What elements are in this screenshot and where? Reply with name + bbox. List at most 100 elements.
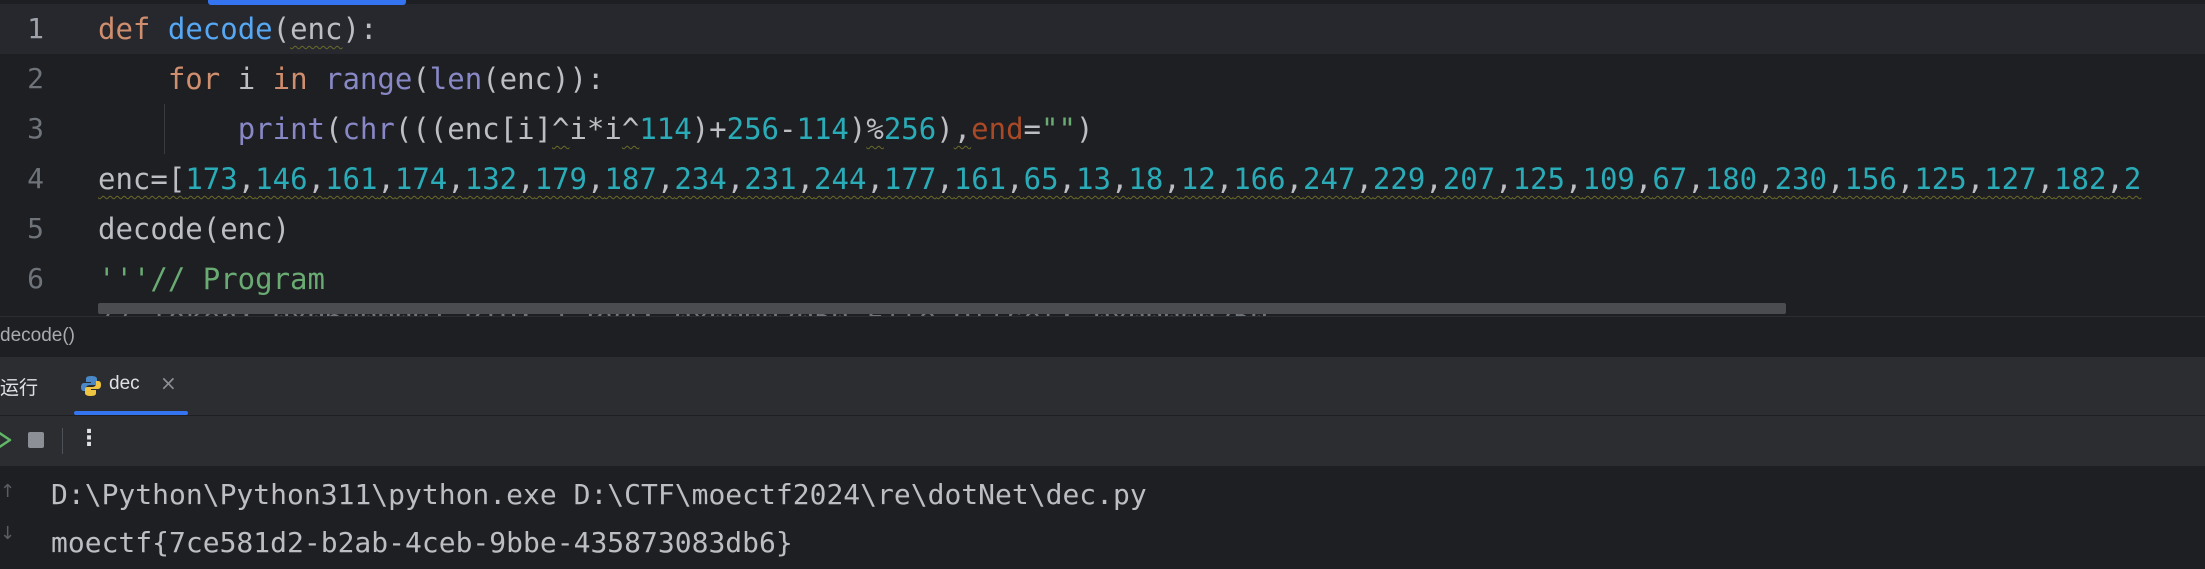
paren: ): [848, 112, 867, 146]
enc-number: 125: [1512, 162, 1566, 196]
comma: ,: [2106, 162, 2124, 196]
comma: ,: [726, 162, 745, 196]
close-icon[interactable]: ×: [160, 371, 177, 395]
line-number: 2: [27, 62, 44, 95]
enc-number: 180: [1704, 162, 1758, 196]
comma: ,: [796, 162, 815, 196]
enc-number: 247: [1303, 162, 1356, 196]
active-tab-indicator: [74, 411, 188, 415]
enc-number: 12: [1180, 162, 1216, 196]
comma: ,: [1355, 162, 1373, 196]
tab-label: dec: [109, 373, 140, 394]
horizontal-scrollbar[interactable]: [98, 303, 1786, 314]
scroll-down-icon[interactable]: ↓: [0, 523, 15, 544]
code-line-3[interactable]: print(chr(((enc[i]^i*i^114)+256-114)%256…: [98, 104, 1094, 154]
enc-number: 146: [255, 162, 308, 196]
enc-number: 109: [1582, 162, 1635, 196]
comma: ,: [656, 162, 675, 196]
code-line-6[interactable]: '''// Program: [98, 254, 325, 304]
comma: ,: [307, 162, 326, 196]
number-literal: 114: [796, 112, 849, 146]
run-toolbar: ⋮: [0, 416, 2205, 467]
code-line-5[interactable]: decode(enc): [98, 204, 290, 254]
code-text: decode(enc): [98, 212, 291, 246]
console-output[interactable]: ↑ ↓ D:\Python\Python311\python.exe D:\CT…: [0, 467, 2205, 569]
paren: ): [936, 112, 954, 146]
comma: ,: [587, 162, 605, 196]
rerun-icon[interactable]: [0, 428, 14, 452]
function-name: decode: [167, 12, 273, 46]
enc-number: 234: [674, 162, 727, 196]
breadcrumb-bar: decode(): [0, 316, 2205, 357]
comma: ,: [1826, 162, 1845, 196]
comma: ,: [2036, 162, 2055, 196]
comma: ,: [1163, 162, 1181, 196]
enc-number: 65: [1023, 162, 1059, 196]
enc-number: 67: [1652, 162, 1688, 196]
number-literal: 256: [883, 112, 937, 146]
number-literal: 114: [639, 112, 692, 146]
paren: ): [1075, 112, 1094, 146]
scroll-up-icon[interactable]: ↑: [0, 481, 15, 502]
enc-number: 177: [883, 162, 937, 196]
builtin-chr: chr: [342, 112, 395, 146]
paren: ):: [342, 12, 378, 46]
console-gutter: ↑ ↓: [0, 467, 30, 569]
enc-number: 179: [534, 162, 587, 196]
code-line-2[interactable]: for i in range(len(enc)):: [98, 54, 605, 104]
comma: ,: [1058, 162, 1077, 196]
run-tool-window-title[interactable]: 运行: [0, 373, 38, 400]
enc-number: 18: [1128, 162, 1164, 196]
breadcrumb[interactable]: decode(): [0, 325, 75, 347]
comma: ,: [866, 162, 884, 196]
string-literal: "": [1041, 112, 1076, 146]
stop-icon[interactable]: [28, 432, 44, 448]
string-literal: '''// Program: [98, 262, 325, 296]
code-text: enc=[: [98, 162, 186, 196]
enc-number: 161: [953, 162, 1007, 196]
comma: ,: [517, 162, 535, 196]
keyword-in: in: [272, 62, 308, 96]
line-gutter: 1 2 3 4 5 6: [0, 0, 86, 316]
enc-number-list: 173,146,161,174,132,179,187,234,231,244,…: [185, 162, 2141, 196]
enc-number: 182: [2054, 162, 2107, 196]
comma: ,: [377, 162, 395, 196]
keyword-def: def: [98, 12, 151, 46]
line-number: 6: [27, 262, 44, 295]
comma: ,: [1285, 162, 1304, 196]
enc-number: 125: [1914, 162, 1967, 196]
code-text: )+: [691, 112, 727, 146]
comma: ,: [953, 112, 972, 146]
code-line-1[interactable]: def decode(enc):: [98, 4, 377, 54]
enc-number: 173: [185, 162, 238, 196]
enc-number: 207: [1442, 162, 1496, 196]
console-line: moectf{7ce581d2-b2ab-4ceb-9bbe-435873083…: [51, 526, 793, 559]
paren: (: [325, 112, 343, 146]
enc-number: 127: [1984, 162, 2037, 196]
comma: ,: [1757, 162, 1775, 196]
comma: ,: [1966, 162, 1985, 196]
comma: ,: [237, 162, 256, 196]
comma: ,: [447, 162, 465, 196]
keyword-arg-end: end: [971, 112, 1024, 146]
enc-number: 231: [744, 162, 797, 196]
line-number: 3: [27, 112, 44, 145]
comma: ,: [1006, 162, 1024, 196]
comma: ,: [1215, 162, 1234, 196]
tab-dec[interactable]: dec ×: [74, 357, 188, 415]
code-editor[interactable]: 1 2 3 4 5 6 def decode(enc): for i in ra…: [0, 0, 2205, 316]
keyword-for: for: [167, 62, 221, 96]
more-options-icon[interactable]: ⋮: [78, 426, 100, 451]
comma: ,: [1110, 162, 1129, 196]
param-name: enc: [290, 12, 343, 46]
code-line-4[interactable]: enc=[173,146,161,174,132,179,187,234,231…: [98, 154, 2141, 204]
enc-number: 161: [325, 162, 378, 196]
comma: ,: [1425, 162, 1443, 196]
builtin-len: len: [429, 62, 483, 96]
paren: (: [412, 62, 430, 96]
line-number: 5: [27, 212, 44, 245]
number-literal: 256: [726, 112, 780, 146]
console-line: D:\Python\Python311\python.exe D:\CTF\mo…: [51, 478, 1147, 511]
builtin-range: range: [325, 62, 413, 96]
